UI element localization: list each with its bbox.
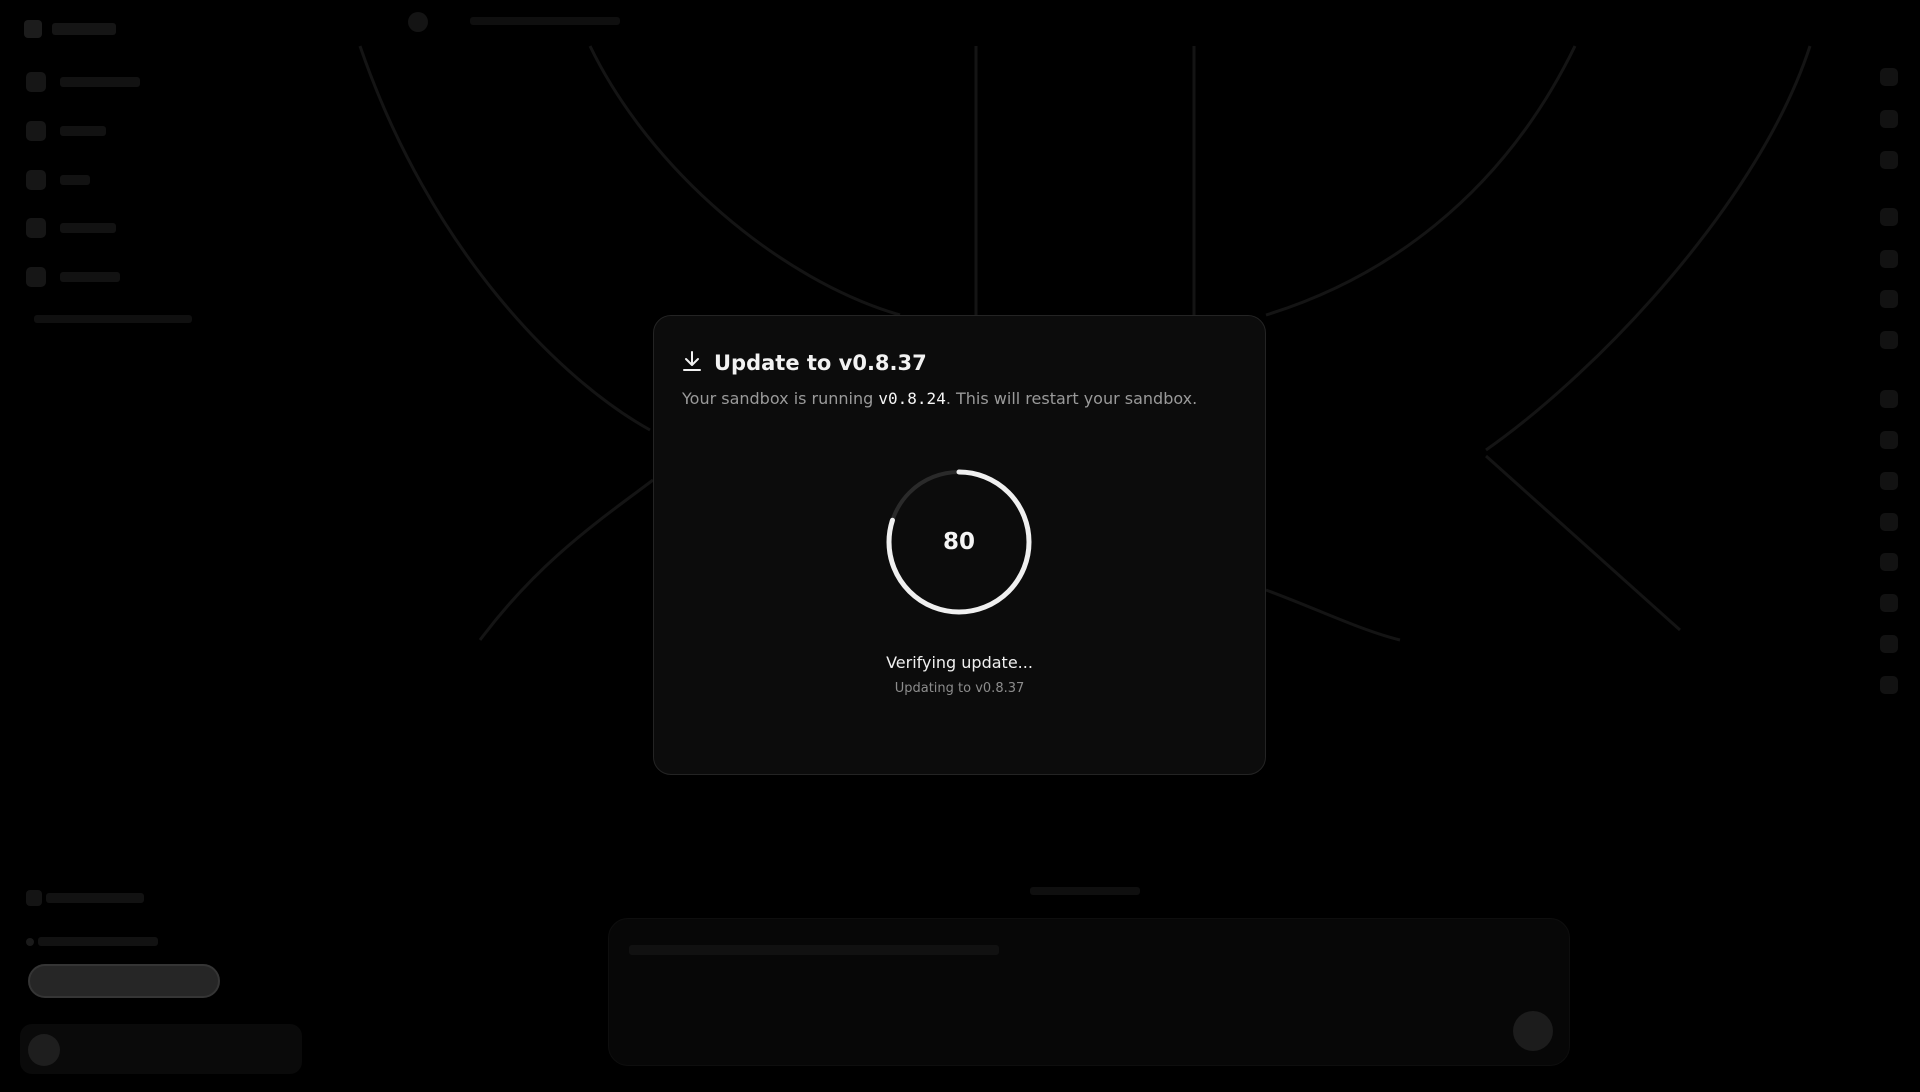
chat-composer[interactable]: [608, 918, 1570, 1066]
dialog-subtitle: Your sandbox is running v0.8.24. This wi…: [682, 389, 1197, 408]
breadcrumb: [470, 14, 620, 28]
sidebar-item-new-session[interactable]: [26, 72, 140, 92]
plan-row: [26, 890, 145, 906]
version-row: [26, 934, 159, 949]
toolbar-icon[interactable]: [1880, 290, 1898, 308]
toolbar-icon[interactable]: [1880, 635, 1898, 653]
progress-value: 80: [942, 529, 975, 555]
toolbar-icon[interactable]: [1880, 331, 1898, 349]
toolbar-icon[interactable]: [1880, 250, 1898, 268]
send-button[interactable]: [1513, 1011, 1553, 1051]
subtitle-prefix: Your sandbox is running: [682, 389, 879, 408]
update-dialog: Update to v0.8.37 Your sandbox is runnin…: [653, 315, 1266, 775]
toolbar-icon[interactable]: [1880, 472, 1898, 490]
sidebar-item-sessions[interactable]: [26, 267, 120, 287]
toolbar-icon[interactable]: [1880, 390, 1898, 408]
sidebar: [0, 0, 305, 1092]
update-button[interactable]: [28, 964, 220, 998]
toolbar-icon[interactable]: [1880, 110, 1898, 128]
toolbar-icon[interactable]: [1880, 431, 1898, 449]
toolbar-icon[interactable]: [1880, 68, 1898, 86]
recent-sessions-placeholder: [34, 312, 192, 326]
avatar: [28, 1034, 60, 1066]
subtitle-suffix: . This will restart your sandbox.: [945, 389, 1198, 408]
dialog-title: Update to v0.8.37: [714, 351, 927, 375]
current-version: v0.8.24: [878, 389, 946, 408]
toolbar-icon[interactable]: [1880, 594, 1898, 612]
sidebar-item-search[interactable]: [26, 121, 106, 141]
top-icon[interactable]: [408, 12, 428, 32]
toolbar-icon[interactable]: [1880, 208, 1898, 226]
sidebar-item-projects[interactable]: [26, 218, 116, 238]
dialog-header: Update to v0.8.37: [682, 350, 927, 376]
default-project-label: [1030, 884, 1140, 898]
user-card[interactable]: [20, 1024, 302, 1074]
download-icon: [682, 350, 702, 376]
status-text: Verifying update...: [886, 653, 1033, 672]
status-subtext: Updating to v0.8.37: [894, 681, 1025, 696]
composer-placeholder: [629, 941, 999, 959]
toolbar-icon[interactable]: [1880, 513, 1898, 531]
toolbar-icon[interactable]: [1880, 553, 1898, 571]
toolbar-icon[interactable]: [1880, 676, 1898, 694]
toolbar-icon[interactable]: [1880, 151, 1898, 169]
app-logo: [24, 20, 116, 38]
sidebar-item-files[interactable]: [26, 170, 90, 190]
